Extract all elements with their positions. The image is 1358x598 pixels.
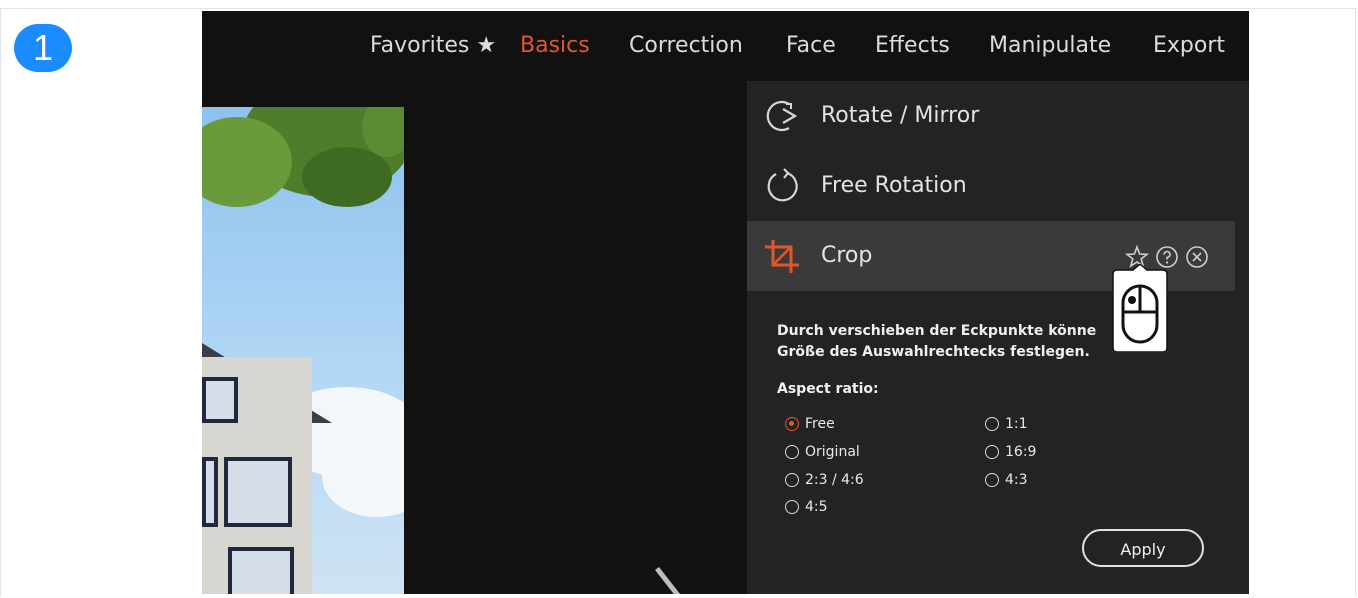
step-number-badge: 1 — [14, 24, 72, 72]
house-window — [202, 377, 238, 423]
aspect-option-4-5[interactable]: 4:5 — [785, 497, 828, 517]
tool-label: Rotate / Mirror — [821, 103, 980, 128]
radio-button — [985, 473, 999, 487]
house-window — [228, 547, 294, 594]
aspect-option-4-3[interactable]: 4:3 — [985, 470, 1028, 490]
option-label: 16:9 — [1005, 444, 1037, 460]
canvas-marker — [655, 566, 699, 594]
nav-manipulate[interactable]: Manipulate — [989, 33, 1111, 58]
radio-button — [985, 417, 999, 431]
tool-rotate-mirror[interactable]: Rotate / Mirror — [747, 81, 1235, 151]
option-label: 4:5 — [805, 499, 828, 515]
close-icon[interactable] — [1185, 245, 1209, 269]
nav-effects[interactable]: Effects — [875, 33, 950, 58]
aspect-option-free[interactable]: Free — [785, 414, 835, 434]
nav-basics[interactable]: Basics — [520, 33, 590, 58]
apply-button[interactable]: Apply — [1082, 529, 1204, 567]
nav-face[interactable]: Face — [786, 33, 836, 58]
option-label: 4:3 — [1005, 472, 1028, 488]
house-window — [224, 457, 292, 527]
aspect-option-16-9[interactable]: 16:9 — [985, 442, 1036, 462]
option-label: 1:1 — [1005, 416, 1028, 432]
aspect-option-2-3[interactable]: 2:3 / 4:6 — [785, 470, 864, 490]
option-label: Free — [805, 416, 835, 432]
radio-button — [785, 473, 799, 487]
crop-icon — [765, 240, 799, 273]
photo-editor-window: Favorites ★ Basics Correction Face Effec… — [202, 11, 1249, 594]
top-navigation: Favorites ★ Basics Correction Face Effec… — [202, 11, 1249, 83]
tool-label: Crop — [821, 243, 873, 268]
free-rotation-icon — [767, 168, 798, 202]
tool-label: Free Rotation — [821, 173, 967, 198]
aspect-option-original[interactable]: Original — [785, 442, 860, 462]
mouse-click-icon — [1112, 264, 1168, 352]
aspect-option-1-1[interactable]: 1:1 — [985, 414, 1028, 434]
radio-button — [785, 500, 799, 514]
tree-foliage — [302, 147, 392, 207]
nav-export[interactable]: Export — [1153, 33, 1225, 58]
basics-tool-panel: Rotate / Mirror Free Rotation Crop Durch… — [747, 81, 1249, 594]
nav-favorites[interactable]: Favorites ★ — [370, 33, 496, 58]
house-window — [202, 457, 218, 527]
rotate-mirror-icon — [766, 100, 798, 132]
aspect-ratio-label: Aspect ratio: — [777, 381, 879, 397]
option-label: 2:3 / 4:6 — [805, 472, 864, 488]
option-label: Original — [805, 444, 860, 460]
radio-button — [785, 445, 799, 459]
tool-free-rotation[interactable]: Free Rotation — [747, 151, 1235, 221]
photo-preview[interactable] — [202, 107, 404, 594]
description-line: Durch verschieben der Eckpunkte könne — [777, 323, 1097, 339]
radio-button — [985, 445, 999, 459]
radio-button — [785, 417, 799, 431]
nav-correction[interactable]: Correction — [629, 33, 743, 58]
